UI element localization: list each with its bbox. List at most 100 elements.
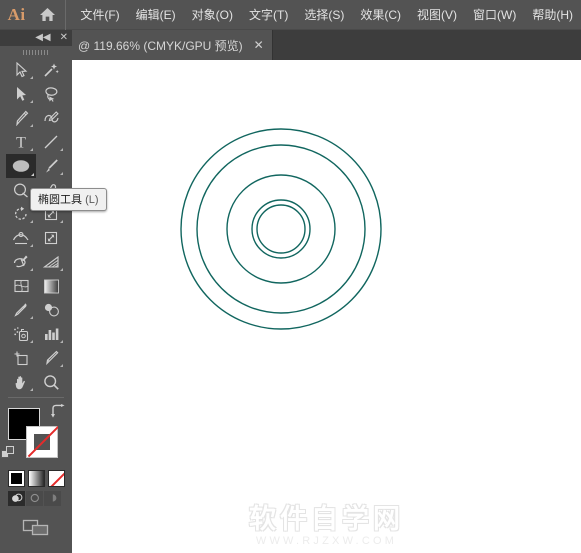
menu-object[interactable]: 对象(O) xyxy=(184,3,241,26)
width-icon xyxy=(12,230,30,246)
menu-file[interactable]: 文件(F) xyxy=(72,3,127,26)
paintbrush-icon xyxy=(43,158,59,174)
drawing-mode-buttons xyxy=(8,491,72,506)
menu-help[interactable]: 帮助(H) xyxy=(524,3,581,26)
change-screen-mode-button[interactable] xyxy=(21,516,51,538)
tools-panel-header: ◀◀ ✕ xyxy=(0,30,72,46)
fill-stroke-controls xyxy=(0,402,72,468)
hand-tool[interactable] xyxy=(6,370,36,394)
column-graph-icon xyxy=(43,326,60,342)
lasso-tool[interactable] xyxy=(36,82,66,106)
blend-icon xyxy=(43,302,60,318)
tool-grid: T xyxy=(6,58,66,394)
menu-edit[interactable]: 编辑(E) xyxy=(128,3,184,26)
shape-builder-tool[interactable] xyxy=(6,250,36,274)
document-tab-title: @ 119.66% (CMYK/GPU 预览) xyxy=(78,38,243,53)
draw-inside-button[interactable] xyxy=(44,491,62,506)
tooltip-shortcut: (L) xyxy=(85,194,99,206)
symbol-sprayer-tool[interactable] xyxy=(6,322,36,346)
curvature-icon xyxy=(43,110,60,126)
tool-tooltip: 椭圆工具 (L) xyxy=(30,188,107,211)
selection-tool[interactable] xyxy=(6,58,36,82)
menu-type[interactable]: 文字(T) xyxy=(241,3,296,26)
magic-wand-icon xyxy=(43,62,59,78)
zoom-tool[interactable] xyxy=(36,370,66,394)
artwork-circle-1[interactable] xyxy=(180,128,382,330)
mesh-icon xyxy=(13,278,30,294)
none-slash-icon xyxy=(26,426,58,458)
menu-window[interactable]: 窗口(W) xyxy=(465,3,524,26)
line-segment-icon xyxy=(43,134,59,150)
grip-dots-icon xyxy=(23,49,49,55)
free-transform-tool[interactable] xyxy=(36,226,66,250)
type-tool[interactable]: T xyxy=(6,130,36,154)
paintbrush-tool[interactable] xyxy=(36,154,66,178)
none-mode-button[interactable] xyxy=(48,470,65,487)
menu-bar: Ai 文件(F) 编辑(E) 对象(O) 文字(T) 选择(S) 效果(C) 视… xyxy=(0,0,581,30)
draw-normal-button[interactable] xyxy=(8,491,26,506)
lasso-icon xyxy=(43,86,60,102)
gradient-tool[interactable] xyxy=(36,274,66,298)
blend-tool[interactable] xyxy=(36,298,66,322)
document-tab[interactable]: @ 119.66% (CMYK/GPU 预览) ✕ xyxy=(72,30,273,60)
perspective-grid-tool[interactable] xyxy=(36,250,66,274)
column-graph-tool[interactable] xyxy=(36,322,66,346)
menu-select[interactable]: 选择(S) xyxy=(296,3,352,26)
line-segment-tool[interactable] xyxy=(36,130,66,154)
symbol-sprayer-icon xyxy=(13,326,30,342)
artwork-circle-4[interactable] xyxy=(251,199,311,259)
canvas-artboard[interactable]: 软件自学网 WWW.RJZXW.COM xyxy=(72,60,581,553)
tools-panel: ◀◀ ✕ T xyxy=(0,30,72,553)
direct-selection-tool[interactable] xyxy=(6,82,36,106)
illustrator-window: Ai 文件(F) 编辑(E) 对象(O) 文字(T) 选择(S) 效果(C) 视… xyxy=(0,0,581,553)
rotate-icon xyxy=(13,206,29,222)
curvature-tool[interactable] xyxy=(36,106,66,130)
slice-tool[interactable] xyxy=(36,346,66,370)
app-logo: Ai xyxy=(7,4,26,24)
ellipse-tool[interactable] xyxy=(6,154,36,178)
close-panel-icon[interactable]: ✕ xyxy=(60,33,68,43)
home-icon[interactable] xyxy=(33,0,62,30)
svg-text:T: T xyxy=(16,135,26,151)
slice-icon xyxy=(43,350,59,366)
color-mode-button[interactable] xyxy=(8,470,25,487)
ellipse-icon xyxy=(11,158,31,174)
magnifier-icon xyxy=(43,374,60,391)
perspective-grid-icon xyxy=(42,254,60,270)
swap-fill-stroke-icon[interactable] xyxy=(50,404,66,418)
mesh-tool[interactable] xyxy=(6,274,36,298)
tools-panel-drag-handle[interactable] xyxy=(0,46,72,58)
menu-items: 文件(F) 编辑(E) 对象(O) 文字(T) 选择(S) 效果(C) 视图(V… xyxy=(72,3,581,26)
artboard-icon xyxy=(13,350,30,366)
magic-wand-tool[interactable] xyxy=(36,58,66,82)
menu-view[interactable]: 视图(V) xyxy=(409,3,465,26)
free-transform-icon xyxy=(43,230,59,246)
gradient-mode-button[interactable] xyxy=(28,470,45,487)
artwork-concentric-circles xyxy=(180,128,382,330)
menu-effect[interactable]: 效果(C) xyxy=(352,3,409,26)
artwork-circle-5[interactable] xyxy=(256,204,306,254)
arrow-white-outline-icon xyxy=(15,62,28,78)
arrow-solid-icon xyxy=(15,86,27,102)
artboard-tool[interactable] xyxy=(6,346,36,370)
eyedropper-tool[interactable] xyxy=(6,298,36,322)
shape-builder-icon xyxy=(12,254,30,270)
artwork-circle-3[interactable] xyxy=(226,174,336,284)
tools-divider xyxy=(8,397,64,398)
close-icon[interactable]: ✕ xyxy=(254,39,264,51)
shaper-icon xyxy=(13,182,30,198)
menubar-divider xyxy=(65,0,67,30)
draw-behind-button[interactable] xyxy=(26,491,44,506)
default-fill-stroke-icon[interactable] xyxy=(1,446,15,460)
collapse-panel-icon[interactable]: ◀◀ xyxy=(35,33,50,43)
document-tab-bar: @ 119.66% (CMYK/GPU 预览) ✕ xyxy=(0,30,581,60)
tooltip-text: 椭圆工具 xyxy=(38,194,82,206)
eyedropper-icon xyxy=(13,302,29,318)
pen-tool[interactable] xyxy=(6,106,36,130)
width-tool[interactable] xyxy=(6,226,36,250)
hand-icon xyxy=(13,374,30,391)
color-mode-swatch xyxy=(11,473,22,484)
color-mode-buttons xyxy=(8,470,72,487)
artwork-circle-2[interactable] xyxy=(196,144,366,314)
stroke-swatch[interactable] xyxy=(26,426,58,458)
